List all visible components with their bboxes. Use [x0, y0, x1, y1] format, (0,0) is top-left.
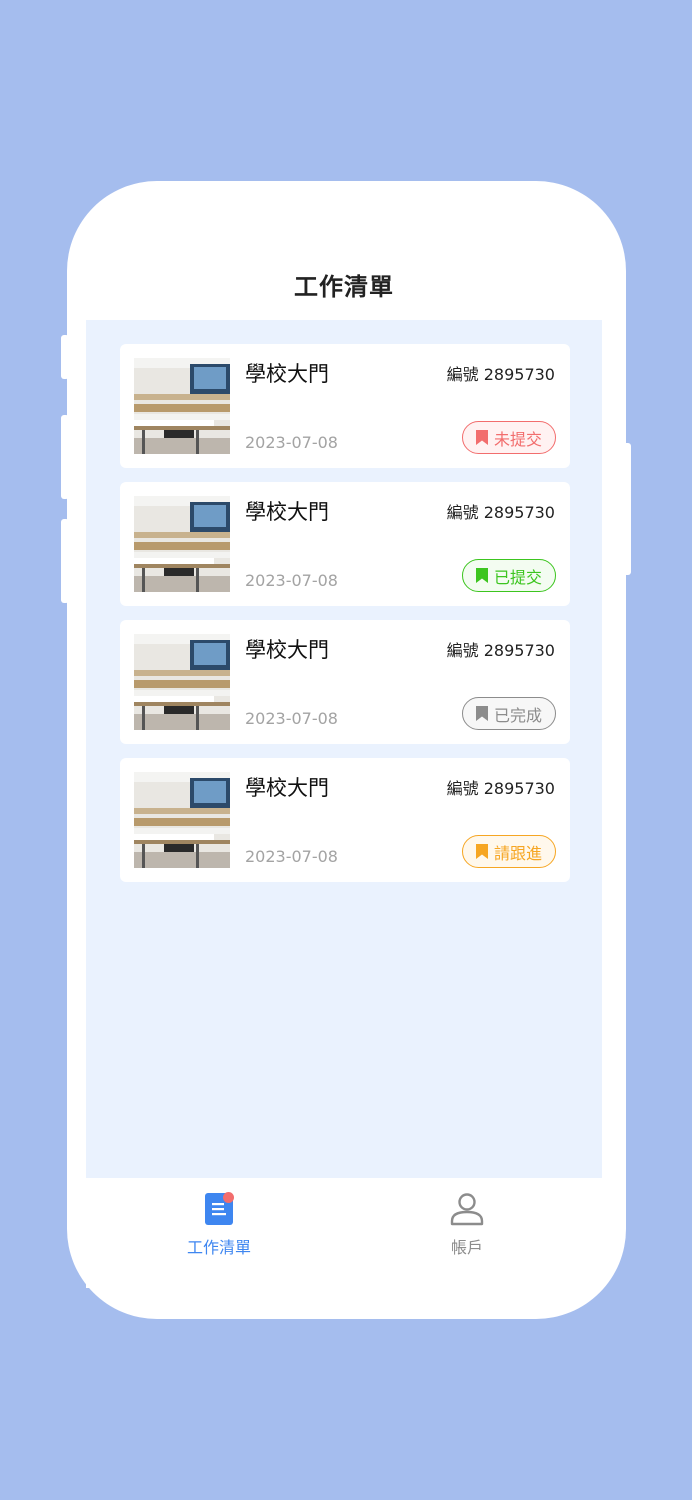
task-card[interactable]: 學校大門 編號 2895730 2023-07-08 未提交 — [120, 344, 570, 468]
bookmark-icon — [475, 430, 488, 445]
task-title: 學校大門 — [245, 362, 329, 386]
tab-label: 工作清單 — [186, 1238, 251, 1257]
task-title: 學校大門 — [245, 776, 329, 800]
task-card[interactable]: 學校大門 編號 2895730 2023-07-08 已完成 — [120, 620, 570, 744]
classroom-thumbnail — [134, 496, 230, 592]
status-label: 已提交 — [493, 567, 542, 587]
tab-account[interactable]: 帳戶 — [407, 1190, 527, 1260]
status-label: 已完成 — [493, 705, 542, 725]
classroom-thumbnail — [134, 358, 230, 454]
task-date: 2023-07-08 — [245, 847, 338, 866]
task-card[interactable]: 學校大門 編號 2895730 2023-07-08 已提交 — [120, 482, 570, 606]
task-code: 編號 2895730 — [446, 641, 555, 660]
user-icon — [449, 1190, 485, 1228]
task-date: 2023-07-08 — [245, 709, 338, 728]
task-card[interactable]: 學校大門 編號 2895730 2023-07-08 請跟進 — [120, 758, 570, 882]
task-code: 編號 2895730 — [446, 365, 555, 384]
task-code: 編號 2895730 — [446, 503, 555, 522]
bookmark-icon — [475, 844, 488, 859]
task-code: 編號 2895730 — [446, 779, 555, 798]
task-title: 學校大門 — [245, 638, 329, 662]
status-badge: 已完成 — [462, 697, 556, 730]
task-date: 2023-07-08 — [245, 433, 338, 452]
tab-label: 帳戶 — [450, 1238, 483, 1257]
status-badge: 未提交 — [462, 421, 556, 454]
tab-task-list[interactable]: 工作清單 — [159, 1190, 279, 1260]
bookmark-icon — [475, 568, 488, 583]
task-list: 學校大門 編號 2895730 2023-07-08 未提交 學校大門 編號 2… — [86, 320, 602, 1178]
status-label: 未提交 — [493, 429, 542, 449]
header: 工作清單 — [86, 250, 602, 320]
app-screen: 工作清單 學校大門 編號 2895730 2023-07-08 未提交 學校大門… — [86, 250, 602, 1288]
status-badge: 請跟進 — [462, 835, 556, 868]
bottom-tab-bar: 工作清單 帳戶 — [86, 1178, 602, 1288]
classroom-thumbnail — [134, 634, 230, 730]
task-date: 2023-07-08 — [245, 571, 338, 590]
status-badge: 已提交 — [462, 559, 556, 592]
notification-dot — [223, 1192, 234, 1203]
bookmark-icon — [475, 706, 488, 721]
status-label: 請跟進 — [493, 843, 542, 863]
task-title: 學校大門 — [245, 500, 329, 524]
page-title: 工作清單 — [294, 273, 394, 301]
classroom-thumbnail — [134, 772, 230, 868]
document-icon — [201, 1190, 237, 1228]
